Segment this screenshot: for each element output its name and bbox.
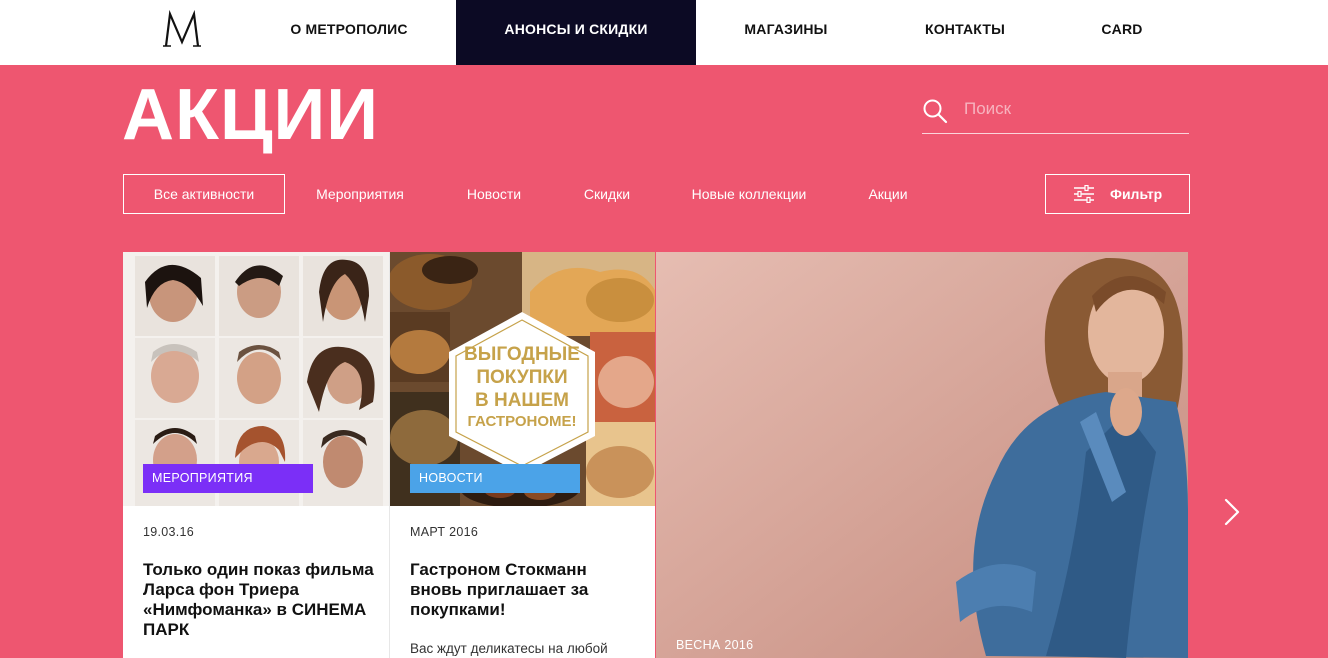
search-input[interactable] [964, 96, 1184, 122]
tab-new-collections[interactable]: Новые коллекции [681, 174, 817, 214]
event-card[interactable]: МЕРОПРИЯТИЯ 19.03.16 Только один показ ф… [123, 252, 389, 658]
tab-discounts[interactable]: Скидки [573, 174, 641, 214]
nav-item-shops[interactable]: МАГАЗИНЫ [726, 0, 846, 65]
card-date: МАРТ 2016 [410, 525, 479, 539]
tab-events[interactable]: Мероприятия [305, 174, 415, 214]
card-description: Вас ждут деликатесы на любой [410, 641, 608, 656]
card-title[interactable]: Гастроном Стокманн вновь приглашает за п… [410, 560, 642, 620]
filter-icon [1074, 185, 1094, 203]
card-title[interactable]: Только один показ фильма Ларса фон Триер… [143, 560, 375, 640]
news-card[interactable]: ВЫГОДНЫЕ ПОКУПКИ В НАШЕМ ГАСТРОНОМЕ! НОВ… [389, 252, 655, 658]
promo-line-2: ПОКУПКИ [476, 367, 567, 388]
card-date: 19.03.16 [143, 525, 195, 539]
filter-label: Фильтр [1110, 186, 1163, 202]
top-navigation: О МЕТРОПОЛИС АНОНСЫ И СКИДКИ МАГАЗИНЫ КО… [0, 0, 1328, 65]
category-badge[interactable]: МЕРОПРИЯТИЯ [143, 464, 313, 493]
promo-line-4: ГАСТРОНОМЕ! [467, 413, 576, 430]
page-title: АКЦИИ [122, 75, 380, 155]
filter-button[interactable]: Фильтр [1045, 174, 1190, 214]
promo-line-3: В НАШЕМ [475, 390, 569, 411]
metropolis-logo[interactable] [160, 8, 204, 52]
chevron-right-icon[interactable] [1220, 496, 1244, 528]
nav-item-about[interactable]: О МЕТРОПОЛИС [270, 0, 428, 65]
nav-item-announcements[interactable]: АНОНСЫ И СКИДКИ [456, 0, 696, 65]
spring-collection-image [656, 252, 1188, 658]
tab-promotions[interactable]: Акции [857, 174, 919, 214]
category-badge[interactable]: НОВОСТИ [410, 464, 580, 493]
collection-hero-card[interactable]: ВЕСНА 2016 [656, 252, 1188, 658]
hero-caption: ВЕСНА 2016 [676, 638, 754, 652]
tab-all-activities[interactable]: Все активности [123, 174, 285, 214]
promo-line-1: ВЫГОДНЫЕ [464, 344, 580, 365]
nav-item-card[interactable]: CARD [1082, 0, 1162, 65]
search-bar [922, 90, 1189, 134]
search-icon[interactable] [922, 98, 948, 124]
tab-news[interactable]: Новости [455, 174, 533, 214]
nav-item-contacts[interactable]: КОНТАКТЫ [905, 0, 1025, 65]
